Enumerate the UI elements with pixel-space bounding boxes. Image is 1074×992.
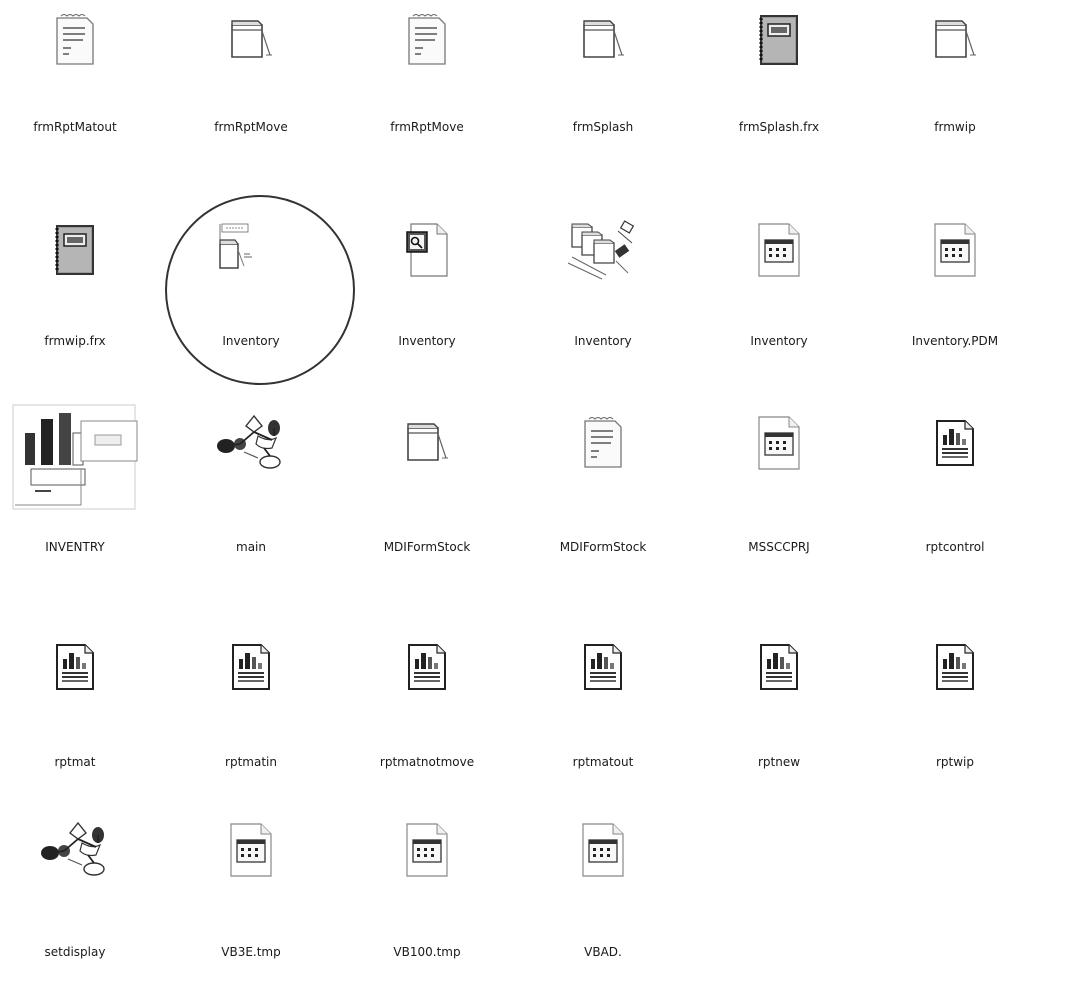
- file-label: Inventory: [574, 334, 632, 348]
- file-label: frmSplash.frx: [738, 120, 820, 134]
- file-label: rptcontrol: [925, 540, 985, 554]
- vb-project-icon: [211, 210, 291, 290]
- file-setdisplay[interactable]: setdisplay: [0, 810, 161, 960]
- file-inventory-key[interactable]: Inventory: [341, 210, 513, 360]
- file-frmrptmatout[interactable]: frmRptMatout: [0, 0, 161, 150]
- database-report-icon: [11, 403, 143, 513]
- file-rptmatnotmove[interactable]: rptmatnotmove: [341, 627, 513, 777]
- form-window-icon: [387, 403, 467, 483]
- calendar-document-icon: [915, 210, 995, 290]
- file-frmrptmove-form[interactable]: frmRptMove: [165, 0, 337, 150]
- text-document-icon: [563, 403, 643, 483]
- report-chart-icon: [739, 627, 819, 707]
- file-label: rptmat: [54, 755, 96, 769]
- file-frmsplash-frx[interactable]: frmSplash.frx: [693, 0, 865, 150]
- file-vb100-tmp[interactable]: VB100.tmp: [341, 810, 513, 960]
- file-mdiformstock-form[interactable]: MDIFormStock: [341, 403, 513, 554]
- file-label: Inventory: [398, 334, 456, 348]
- file-label: MSSCCPRJ: [748, 540, 810, 554]
- file-label: VB3E.tmp: [221, 945, 281, 959]
- calendar-document-icon: [211, 810, 291, 890]
- report-chart-icon: [35, 627, 115, 707]
- file-main[interactable]: main: [165, 403, 337, 554]
- file-vb3e-tmp[interactable]: VB3E.tmp: [165, 810, 337, 960]
- file-inventory-pdm[interactable]: Inventory.PDM: [869, 210, 1041, 360]
- file-rptmat[interactable]: rptmat: [0, 627, 161, 777]
- file-label: frmwip: [934, 120, 976, 134]
- form-window-icon: [563, 0, 643, 80]
- report-chart-icon: [563, 627, 643, 707]
- report-chart-icon: [915, 627, 995, 707]
- calendar-document-icon: [387, 810, 467, 890]
- file-label: INVENTRY: [45, 540, 105, 554]
- form-window-icon: [915, 0, 995, 80]
- file-mdiformstock-text[interactable]: MDIFormStock: [517, 403, 689, 554]
- file-frmwip[interactable]: frmwip: [869, 0, 1041, 150]
- binary-notebook-icon: [739, 0, 819, 80]
- file-label: frmRptMove: [214, 120, 288, 134]
- file-label: VBAD.: [584, 945, 622, 959]
- report-chart-icon: [211, 627, 291, 707]
- file-label: Inventory.PDM: [911, 334, 999, 348]
- file-frmrptmove-text[interactable]: frmRptMove: [341, 0, 513, 150]
- file-frmwip-frx[interactable]: frmwip.frx: [0, 210, 161, 360]
- file-rptnew[interactable]: rptnew: [693, 627, 865, 777]
- file-icon-grid: frmRptMatout frmRptMove frmRptMove frmSp…: [0, 0, 1074, 992]
- file-rptmatin[interactable]: rptmatin: [165, 627, 337, 777]
- file-inventry[interactable]: INVENTRY: [0, 403, 161, 554]
- project-group-icon: [563, 210, 643, 290]
- file-frmsplash[interactable]: frmSplash: [517, 0, 689, 150]
- file-label: rptmatin: [225, 755, 277, 769]
- file-label: main: [236, 540, 266, 554]
- file-rptcontrol[interactable]: rptcontrol: [869, 403, 1041, 554]
- label-smudge: [652, 885, 700, 909]
- binary-notebook-icon: [35, 210, 115, 290]
- file-label: VB100.tmp: [393, 945, 461, 959]
- report-chart-icon: [915, 403, 995, 483]
- file-rptmatout[interactable]: rptmatout: [517, 627, 689, 777]
- file-label: frmwip.frx: [44, 334, 106, 348]
- file-inventory-project[interactable]: Inventory: [165, 210, 337, 360]
- file-label: rptwip: [935, 755, 975, 769]
- file-mssccprj[interactable]: MSSCCPRJ: [693, 403, 865, 554]
- file-label: MDIFormStock: [383, 540, 471, 554]
- file-label: frmRptMove: [390, 120, 464, 134]
- key-document-icon: [387, 210, 467, 290]
- calendar-document-icon: [563, 810, 643, 890]
- module-network-icon: [211, 403, 291, 483]
- form-window-icon: [211, 0, 291, 80]
- module-network-icon: [35, 810, 115, 890]
- file-label: frmSplash: [572, 120, 634, 134]
- calendar-document-icon: [739, 210, 819, 290]
- file-label: setdisplay: [44, 945, 106, 959]
- text-document-icon: [387, 0, 467, 80]
- file-label: rptnew: [757, 755, 801, 769]
- calendar-document-icon: [739, 403, 819, 483]
- file-label: Inventory: [750, 334, 808, 348]
- text-document-icon: [35, 0, 115, 80]
- file-label: Inventory: [222, 334, 280, 348]
- file-inventory-group[interactable]: Inventory: [517, 210, 689, 360]
- report-chart-icon: [387, 627, 467, 707]
- file-label: rptmatnotmove: [379, 755, 475, 769]
- file-label: MDIFormStock: [559, 540, 647, 554]
- file-rptwip[interactable]: rptwip: [869, 627, 1041, 777]
- file-label: rptmatout: [572, 755, 634, 769]
- file-label: frmRptMatout: [33, 120, 117, 134]
- file-inventory-calendar[interactable]: Inventory: [693, 210, 865, 360]
